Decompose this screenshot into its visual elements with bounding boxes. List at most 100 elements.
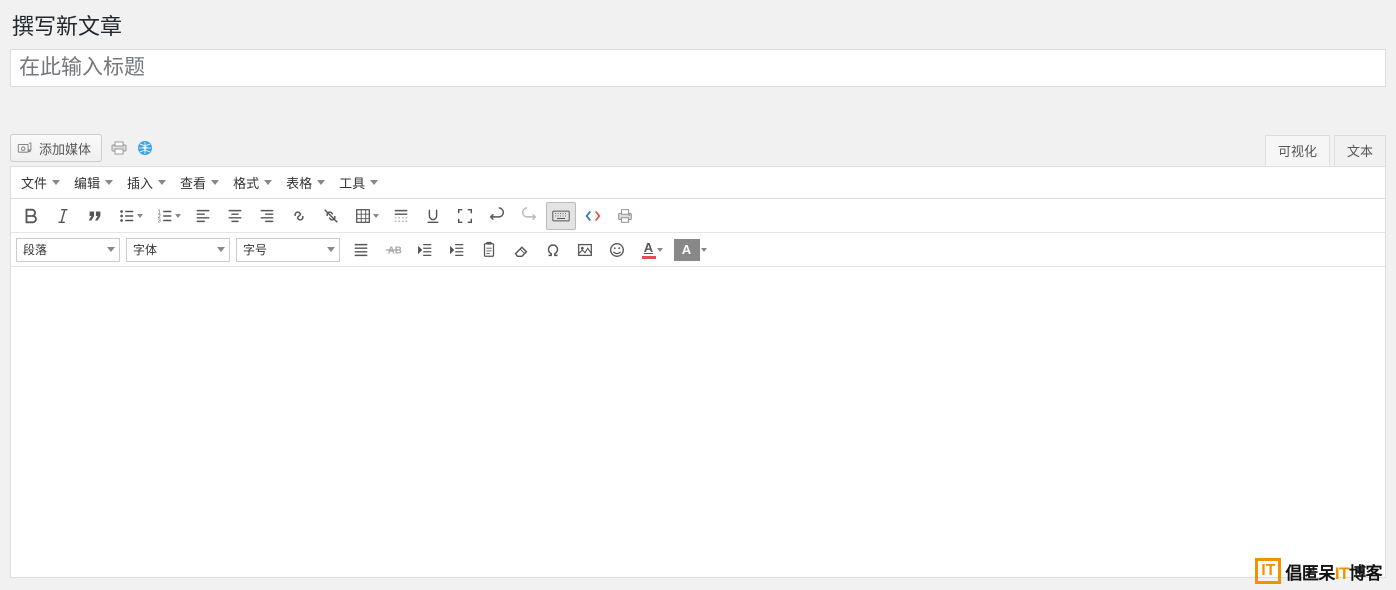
- menu-edit-label: 编辑: [74, 173, 100, 192]
- undo-icon: [488, 207, 506, 225]
- redo-button[interactable]: [514, 202, 544, 230]
- redo-icon: [520, 207, 538, 225]
- align-right-icon: [258, 207, 276, 225]
- printer-icon[interactable]: [110, 140, 128, 156]
- toolbar-row-2: 段落 字体 字号 ABC A A: [11, 233, 1385, 267]
- menu-view[interactable]: 查看: [176, 171, 223, 195]
- unlink-button[interactable]: [316, 202, 346, 230]
- chevron-down-icon: [327, 247, 335, 252]
- fullscreen-icon: [456, 207, 474, 225]
- bullet-list-button[interactable]: [112, 202, 148, 230]
- globe-download-icon[interactable]: [136, 140, 154, 156]
- font-size-select-label: 字号: [243, 241, 267, 258]
- unlink-icon: [322, 207, 340, 225]
- align-justify-icon: [352, 241, 370, 259]
- menu-insert-label: 插入: [127, 173, 153, 192]
- editor-container: 文件 编辑 插入 查看 格式 表格 工具 123: [10, 166, 1386, 578]
- fullscreen-button[interactable]: [450, 202, 480, 230]
- bullet-list-icon: [118, 207, 136, 225]
- smiley-icon: [608, 241, 626, 259]
- image-button[interactable]: [570, 236, 600, 264]
- chevron-down-icon: [370, 180, 378, 185]
- editor-content[interactable]: [11, 267, 1385, 577]
- menu-file-label: 文件: [21, 173, 47, 192]
- align-right-button[interactable]: [252, 202, 282, 230]
- italic-icon: [54, 207, 72, 225]
- chevron-down-icon: [107, 247, 115, 252]
- watermark-logo: IT: [1255, 558, 1281, 584]
- chevron-down-icon: [657, 248, 663, 252]
- link-icon: [290, 207, 308, 225]
- quote-icon: [86, 207, 104, 225]
- indent-button[interactable]: [442, 236, 472, 264]
- bold-icon: [22, 207, 40, 225]
- align-left-icon: [194, 207, 212, 225]
- print-icon: [616, 207, 634, 225]
- keyboard-button[interactable]: [546, 202, 576, 230]
- table-icon: [354, 207, 372, 225]
- link-button[interactable]: [284, 202, 314, 230]
- tab-visual[interactable]: 可视化: [1265, 135, 1330, 166]
- menu-insert[interactable]: 插入: [123, 171, 170, 195]
- align-left-button[interactable]: [188, 202, 218, 230]
- chevron-down-icon: [317, 180, 325, 185]
- svg-text:3: 3: [157, 218, 160, 224]
- menu-view-label: 查看: [180, 173, 206, 192]
- more-button[interactable]: [386, 202, 416, 230]
- bg-color-button[interactable]: A: [672, 236, 708, 264]
- indent-icon: [448, 241, 466, 259]
- more-icon: [392, 207, 410, 225]
- svg-text:ABC: ABC: [388, 245, 402, 256]
- toolbar-row-1: 123: [11, 199, 1385, 233]
- align-center-button[interactable]: [220, 202, 250, 230]
- add-media-button[interactable]: 添加媒体: [10, 134, 102, 162]
- special-char-button[interactable]: [538, 236, 568, 264]
- chevron-down-icon: [701, 248, 707, 252]
- menu-format[interactable]: 格式: [229, 171, 276, 195]
- omega-icon: [544, 241, 562, 259]
- menu-table[interactable]: 表格: [282, 171, 329, 195]
- post-title-input[interactable]: [10, 49, 1386, 87]
- outdent-button[interactable]: [410, 236, 440, 264]
- strikethrough-button[interactable]: ABC: [378, 236, 408, 264]
- chevron-down-icon: [175, 214, 181, 218]
- blockquote-button[interactable]: [80, 202, 110, 230]
- tab-text[interactable]: 文本: [1334, 135, 1386, 166]
- underline-button[interactable]: [418, 202, 448, 230]
- table-button[interactable]: [348, 202, 384, 230]
- bg-color-icon: A: [674, 239, 700, 261]
- print-button[interactable]: [610, 202, 640, 230]
- italic-button[interactable]: [48, 202, 78, 230]
- outdent-icon: [416, 241, 434, 259]
- editor-mode-tabs: 可视化 文本: [1265, 135, 1386, 166]
- strikethrough-icon: ABC: [384, 241, 402, 259]
- menu-edit[interactable]: 编辑: [70, 171, 117, 195]
- font-family-select[interactable]: 字体: [126, 238, 230, 262]
- menu-tools-label: 工具: [339, 173, 365, 192]
- paste-button[interactable]: [474, 236, 504, 264]
- media-row: 添加媒体 可视化 文本: [10, 133, 1386, 163]
- eraser-button[interactable]: [506, 236, 536, 264]
- align-justify-button[interactable]: [346, 236, 376, 264]
- numbered-list-icon: 123: [156, 207, 174, 225]
- paragraph-select[interactable]: 段落: [16, 238, 120, 262]
- align-center-icon: [226, 207, 244, 225]
- text-color-button[interactable]: A: [634, 236, 670, 264]
- menu-format-label: 格式: [233, 173, 259, 192]
- code-button[interactable]: [578, 202, 608, 230]
- chevron-down-icon: [217, 247, 225, 252]
- chevron-down-icon: [137, 214, 143, 218]
- watermark: IT 倡匿呆IT博客: [1255, 558, 1382, 584]
- smiley-button[interactable]: [602, 236, 632, 264]
- font-size-select[interactable]: 字号: [236, 238, 340, 262]
- menu-tools[interactable]: 工具: [335, 171, 382, 195]
- menu-file[interactable]: 文件: [17, 171, 64, 195]
- code-icon: [584, 207, 602, 225]
- menu-table-label: 表格: [286, 173, 312, 192]
- numbered-list-button[interactable]: 123: [150, 202, 186, 230]
- undo-button[interactable]: [482, 202, 512, 230]
- chevron-down-icon: [105, 180, 113, 185]
- eraser-icon: [512, 241, 530, 259]
- bold-button[interactable]: [16, 202, 46, 230]
- camera-music-icon: [17, 141, 35, 155]
